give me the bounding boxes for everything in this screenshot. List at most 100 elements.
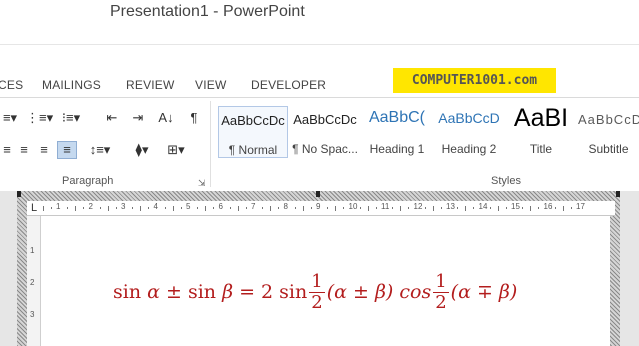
align-center-icon[interactable]: ≡ [16,142,32,158]
ruler-tick [270,206,272,211]
pilcrow-icon[interactable]: ¶ [186,110,202,126]
decrease-indent-icon[interactable]: ⇤ [102,110,122,126]
increase-indent-icon[interactable]: ⇥ [128,110,148,126]
ruler-tick [302,206,304,211]
ruler-tick [570,207,572,209]
ruler-tick [132,207,134,209]
window-title: Presentation1 - PowerPoint [110,3,305,20]
tab-mailings[interactable]: MAILINGS [42,78,101,92]
styles-group-label: Styles [491,175,521,187]
dialog-launcher-icon[interactable]: ⇲ [198,178,206,189]
ruler-tick [327,207,329,209]
style-title[interactable]: AaBI Title [506,106,576,158]
tab-selector-icon[interactable]: L [28,202,40,214]
ruler-number: 5 [186,202,191,211]
horizontal-ruler[interactable]: 1 2 3 4 5 6 7 8 9 10 11 12 13 14 15 16 17 [27,201,615,216]
resize-handle-top[interactable] [316,191,320,197]
tab-developer[interactable]: DEVELOPER [251,78,326,92]
ruler-tick [400,206,402,211]
ruler-tick [489,207,491,209]
ruler-tick [375,207,377,209]
ruler-tick [99,207,101,209]
ruler-number: 12 [413,202,423,211]
watermark-badge: COMPUTER1001.com [393,68,556,93]
ruler-tick [42,206,44,211]
ruler-tick [505,207,507,209]
ruler-tick [148,207,150,209]
ruler-tick [522,207,524,209]
vertical-ruler-number: 1 [30,246,35,255]
equation[interactable]: sin α ± sin β = 2 sin 1 2 (α ± β) cos 1 2 (α ∓… [113,262,563,322]
tab-references[interactable]: CES [0,78,23,92]
resize-handle-top-left[interactable] [17,191,21,197]
eq-paren-sum: (α ± β) cos [326,281,432,303]
ruler-tick [562,206,564,211]
tab-review[interactable]: REVIEW [126,78,175,92]
shading-icon[interactable]: ⧫▾ [130,142,154,158]
numbering-icon[interactable]: ⋮≡▾ [26,110,53,126]
style-normal[interactable]: AaBbCcDc ¶ Normal [218,106,288,158]
ribbon: ≡▾ ⋮≡▾ ⁝≡▾ ⇤ ⇥ A↓ ¶ ≡ ≡ ≡ ≡ ↕≡▾ ⧫▾ ⊞▾ Pa… [0,97,639,192]
ruler-number: 8 [283,202,288,211]
ruler-tick [278,207,280,209]
multilevel-list-icon[interactable]: ⁝≡▾ [58,110,84,126]
line-spacing-icon[interactable]: ↕≡▾ [88,142,112,158]
vertical-ruler: 1 2 3 [27,216,41,346]
align-left-icon[interactable]: ≡ [0,142,14,158]
ruler-number: 10 [348,202,358,211]
eq-beta: β [222,281,234,303]
style-heading-2[interactable]: AaBbCcD Heading 2 [434,106,504,158]
style-heading-1[interactable]: AaBbC( Heading 1 [362,106,432,158]
eq-fraction-1: 12 [309,270,325,313]
ruler-tick [497,206,499,211]
ruler-number: 13 [446,202,455,211]
borders-icon[interactable]: ⊞▾ [164,142,188,158]
ruler-tick [140,206,142,211]
ruler-tick [294,207,296,209]
ruler-tick [530,206,532,211]
ruler-tick [83,207,85,209]
ruler-number: 1 [56,202,61,211]
eq-pm-sin: ± sin [159,281,223,303]
ruler-tick [473,207,475,209]
ruler-number: 11 [381,202,390,211]
bullets-icon[interactable]: ≡▾ [0,110,20,126]
ruler-tick [359,207,361,209]
eq-sin-1: sin [113,281,148,303]
ruler-tick [107,206,109,211]
ruler-tick [75,206,77,211]
style-subtitle[interactable]: AaBbCcD Subtitle [578,106,639,158]
ruler-tick [335,206,337,211]
resize-handle-top-right[interactable] [616,191,620,197]
ruler-number: 2 [88,202,93,211]
tab-view[interactable]: VIEW [195,78,226,92]
vertical-ruler-number: 3 [30,310,35,319]
ruler-tick [180,207,182,209]
sort-icon[interactable]: A↓ [156,110,176,126]
ruler-number: 16 [543,202,553,211]
ruler-tick [115,207,117,209]
ruler-tick [432,206,434,211]
ruler-number: 7 [251,202,256,211]
ruler-tick [197,207,199,209]
eq-equals: = 2 sin [233,281,308,303]
ruler-tick [408,207,410,209]
eq-alpha: α [147,281,160,303]
ruler-tick [343,207,345,209]
ruler-tick [457,207,459,209]
ruler-tick [424,207,426,209]
align-right-icon[interactable]: ≡ [36,142,52,158]
justify-icon[interactable]: ≡ [57,141,77,159]
ruler-tick [172,206,174,211]
ruler-tick [440,207,442,209]
ruler-tick [213,207,215,209]
ruler-number: 14 [478,202,488,211]
ruler-tick [67,207,69,209]
group-divider [210,101,211,187]
ruler-tick [50,207,52,209]
style-no-spacing[interactable]: AaBbCcDc ¶ No Spac... [290,106,360,158]
vertical-ruler-number: 2 [30,278,35,287]
ruler-tick [538,207,540,209]
ruler-number: 17 [576,202,585,211]
ruler-tick [237,206,239,211]
